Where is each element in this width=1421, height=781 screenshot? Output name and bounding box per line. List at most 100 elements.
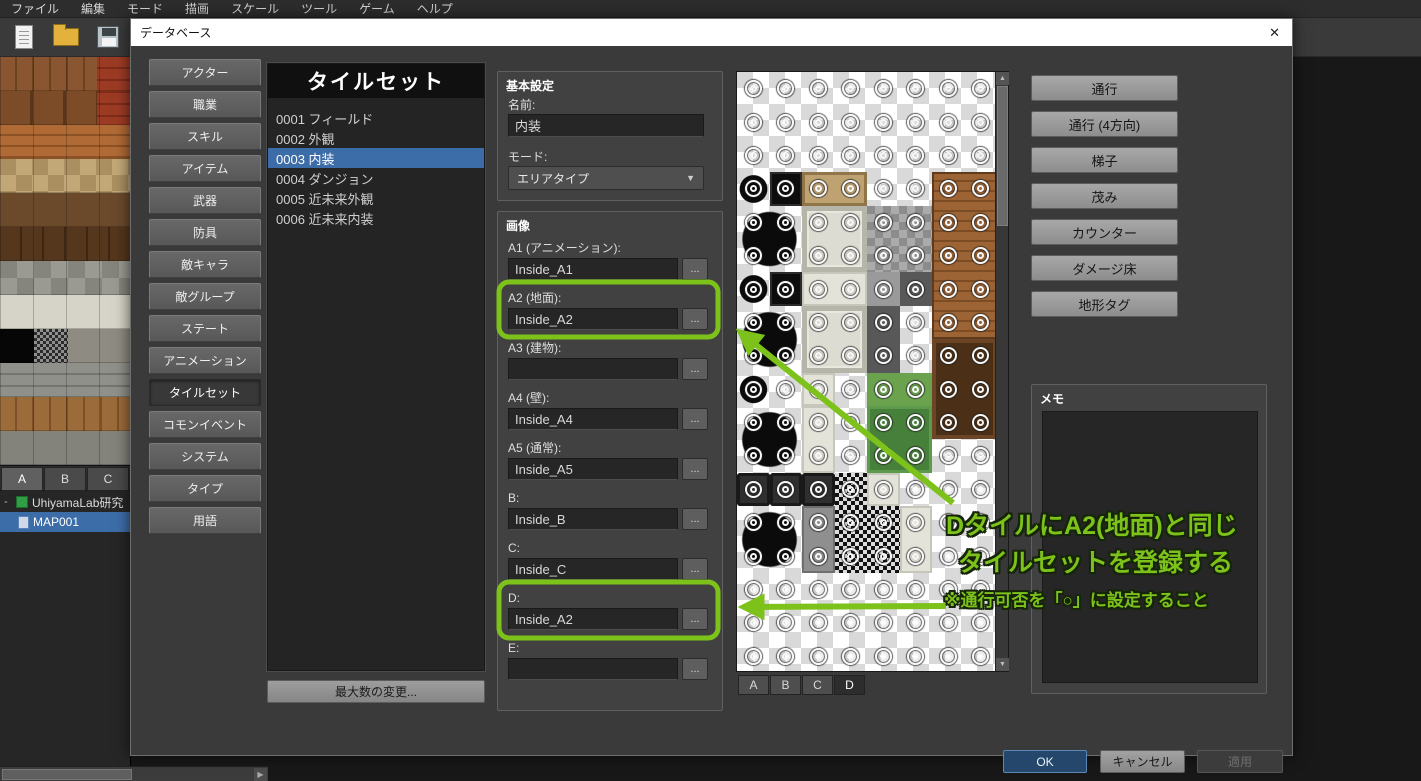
cancel-button[interactable]: キャンセル bbox=[1100, 750, 1185, 773]
image-file-input[interactable] bbox=[508, 408, 678, 430]
passable-icon[interactable] bbox=[900, 506, 933, 539]
passable-icon[interactable] bbox=[802, 139, 835, 172]
passable-icon[interactable] bbox=[802, 306, 835, 339]
sidebar-item[interactable]: ステート bbox=[149, 315, 261, 342]
browse-button[interactable]: ... bbox=[682, 458, 708, 480]
passable-icon[interactable] bbox=[770, 373, 803, 406]
passable-icon[interactable] bbox=[965, 139, 998, 172]
passable-icon[interactable] bbox=[737, 573, 770, 606]
passable-icon[interactable] bbox=[802, 172, 835, 205]
passable-icon[interactable] bbox=[835, 573, 868, 606]
tile-palette-image[interactable] bbox=[0, 57, 131, 465]
passable-icon[interactable] bbox=[737, 539, 770, 572]
sidebar-item[interactable]: スキル bbox=[149, 123, 261, 150]
list-item[interactable]: 0002 外観 bbox=[268, 128, 484, 148]
passable-icon[interactable] bbox=[965, 606, 998, 639]
mode-dropdown[interactable]: エリアタイプ ▼ bbox=[508, 166, 704, 190]
passable-icon[interactable] bbox=[867, 640, 900, 671]
browse-button[interactable]: ... bbox=[682, 358, 708, 380]
passable-icon[interactable] bbox=[900, 206, 933, 239]
memo-textarea[interactable] bbox=[1042, 411, 1258, 683]
passable-icon[interactable] bbox=[867, 539, 900, 572]
image-file-input[interactable] bbox=[508, 258, 678, 280]
tool-button[interactable]: 地形タグ bbox=[1031, 291, 1178, 317]
tool-button[interactable]: 梯子 bbox=[1031, 147, 1178, 173]
sidebar-item[interactable]: アクター bbox=[149, 59, 261, 86]
menu-item[interactable]: モード bbox=[116, 0, 174, 18]
browse-button[interactable]: ... bbox=[682, 258, 708, 280]
passable-icon[interactable] bbox=[965, 239, 998, 272]
passable-icon[interactable] bbox=[770, 473, 803, 506]
browse-button[interactable]: ... bbox=[682, 558, 708, 580]
passable-icon[interactable] bbox=[770, 239, 803, 272]
passable-icon[interactable] bbox=[932, 139, 965, 172]
passable-icon[interactable] bbox=[932, 272, 965, 305]
open-project-button[interactable] bbox=[50, 22, 82, 52]
tool-button[interactable]: ダメージ床 bbox=[1031, 255, 1178, 281]
sidebar-item[interactable]: アイテム bbox=[149, 155, 261, 182]
passable-icon[interactable] bbox=[867, 573, 900, 606]
passable-icon[interactable] bbox=[932, 539, 965, 572]
dialog-titlebar[interactable]: データベース ✕ bbox=[131, 19, 1292, 46]
passable-icon[interactable] bbox=[965, 373, 998, 406]
list-item[interactable]: 0001 フィールド bbox=[268, 108, 484, 128]
passable-icon[interactable] bbox=[900, 239, 933, 272]
sidebar-item[interactable]: 敵キャラ bbox=[149, 251, 261, 278]
close-icon[interactable]: ✕ bbox=[1257, 25, 1292, 41]
passable-icon[interactable] bbox=[737, 406, 770, 439]
palette-horizontal-scrollbar[interactable]: ▶ bbox=[0, 766, 268, 781]
passable-icon[interactable] bbox=[900, 72, 933, 105]
passable-icon[interactable] bbox=[770, 105, 803, 138]
passable-icon[interactable] bbox=[932, 640, 965, 671]
sidebar-item[interactable]: 武器 bbox=[149, 187, 261, 214]
preview-tab-B[interactable]: B bbox=[770, 675, 801, 695]
passable-icon[interactable] bbox=[802, 72, 835, 105]
passable-icon[interactable] bbox=[932, 606, 965, 639]
sidebar-item[interactable]: タイルセット bbox=[149, 379, 261, 406]
passable-icon[interactable] bbox=[867, 172, 900, 205]
passable-icon[interactable] bbox=[737, 206, 770, 239]
passable-icon[interactable] bbox=[802, 272, 835, 305]
passable-icon[interactable] bbox=[835, 72, 868, 105]
passable-icon[interactable] bbox=[965, 72, 998, 105]
menu-item[interactable]: ツール bbox=[290, 0, 348, 18]
menu-item[interactable]: ファイル bbox=[0, 0, 70, 18]
passable-icon[interactable] bbox=[965, 439, 998, 472]
passable-icon[interactable] bbox=[737, 640, 770, 671]
tool-button[interactable]: 茂み bbox=[1031, 183, 1178, 209]
passable-icon[interactable] bbox=[932, 172, 965, 205]
passable-icon[interactable] bbox=[867, 206, 900, 239]
sidebar-item[interactable]: 防具 bbox=[149, 219, 261, 246]
tree-item-project[interactable]: - UhiyamaLab研究 bbox=[0, 492, 131, 512]
passable-icon[interactable] bbox=[965, 306, 998, 339]
image-file-input[interactable] bbox=[508, 508, 678, 530]
passable-icon[interactable] bbox=[932, 72, 965, 105]
passable-icon[interactable] bbox=[770, 306, 803, 339]
browse-button[interactable]: ... bbox=[682, 608, 708, 630]
passable-icon[interactable] bbox=[737, 139, 770, 172]
passable-icon[interactable] bbox=[835, 373, 868, 406]
menu-item[interactable]: 描画 bbox=[174, 0, 220, 18]
browse-button[interactable]: ... bbox=[682, 308, 708, 330]
passable-icon[interactable] bbox=[737, 105, 770, 138]
passable-icon[interactable] bbox=[965, 339, 998, 372]
tree-item-map[interactable]: MAP001 bbox=[0, 512, 131, 532]
palette-tab-B[interactable]: B bbox=[44, 467, 86, 491]
passable-icon[interactable] bbox=[867, 406, 900, 439]
passable-icon[interactable] bbox=[770, 139, 803, 172]
image-file-input[interactable] bbox=[508, 658, 678, 680]
passable-icon[interactable] bbox=[965, 573, 998, 606]
passable-icon[interactable] bbox=[867, 105, 900, 138]
passable-icon[interactable] bbox=[802, 439, 835, 472]
passable-icon[interactable] bbox=[867, 473, 900, 506]
passable-icon[interactable] bbox=[965, 406, 998, 439]
passable-icon[interactable] bbox=[835, 439, 868, 472]
passable-icon[interactable] bbox=[965, 640, 998, 671]
change-max-button[interactable]: 最大数の変更... bbox=[267, 680, 485, 703]
passable-icon[interactable] bbox=[835, 473, 868, 506]
list-item[interactable]: 0004 ダンジョン bbox=[268, 168, 484, 188]
image-file-input[interactable] bbox=[508, 308, 678, 330]
passable-icon[interactable] bbox=[965, 105, 998, 138]
list-item[interactable]: 0003 内装 bbox=[268, 148, 484, 168]
passable-icon[interactable] bbox=[932, 439, 965, 472]
